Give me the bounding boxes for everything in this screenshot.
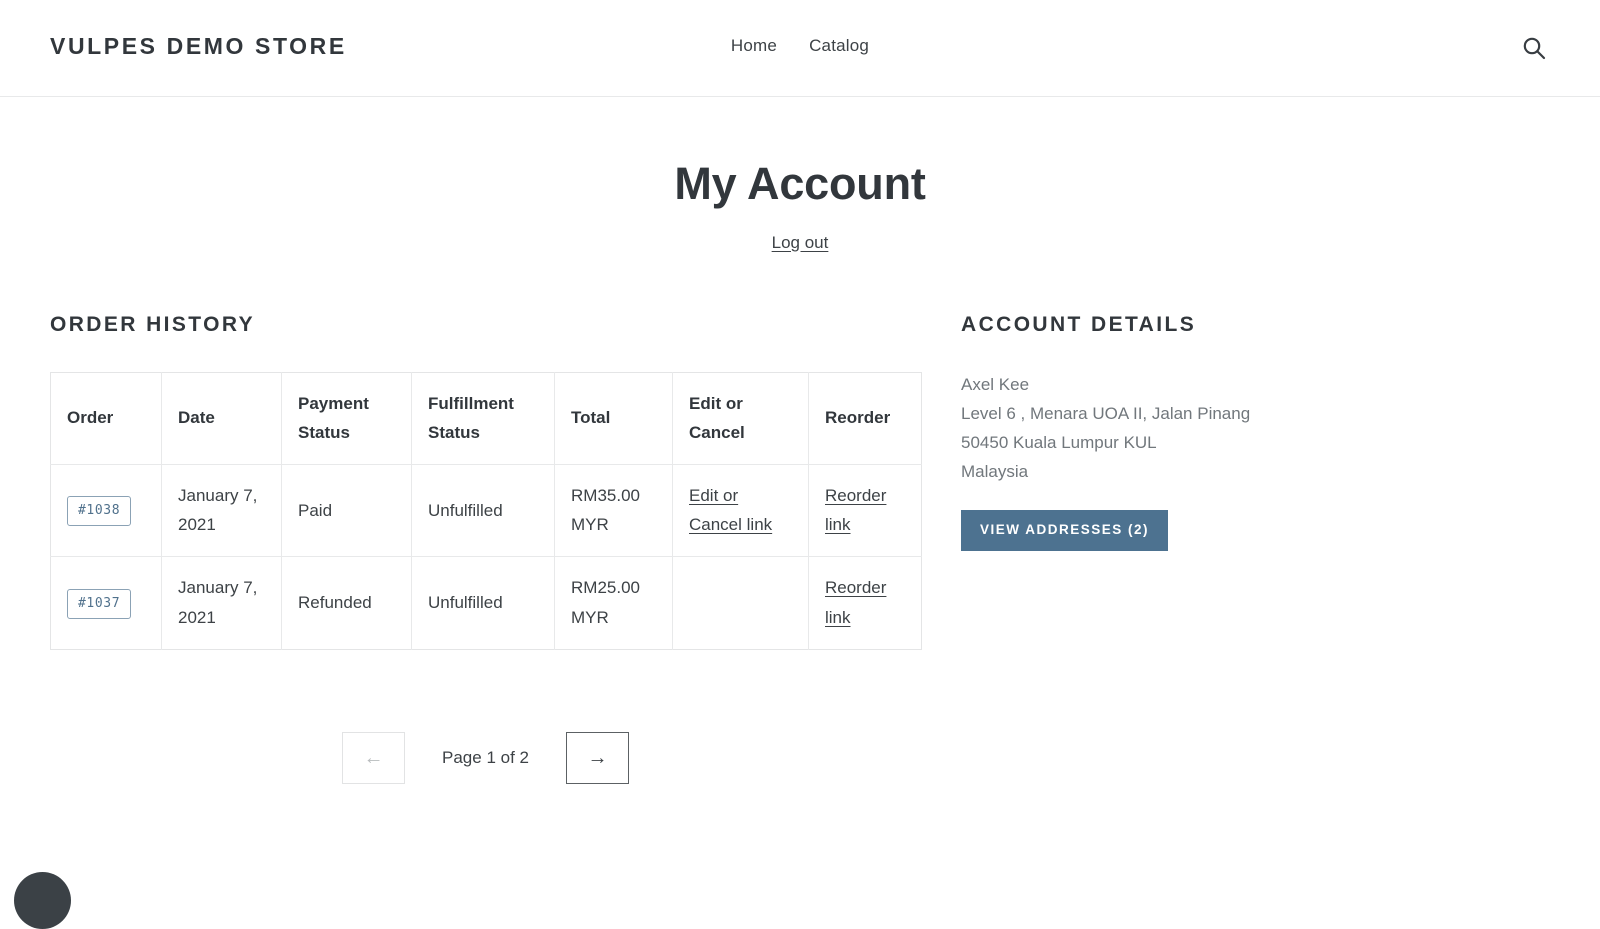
account-details-title: Account details xyxy=(961,313,1550,337)
chat-widget-bubble[interactable] xyxy=(14,872,71,929)
column-header-order: Order xyxy=(51,372,162,464)
order-total-cell: RM25.00 MYR xyxy=(555,557,673,649)
order-history-table: Order Date Payment Status Fulfillment St… xyxy=(50,372,922,650)
order-history-section: Order history Order Date Payment Status … xyxy=(50,313,925,784)
column-header-payment-status: Payment Status xyxy=(282,372,412,464)
table-body: #1038 January 7, 2021 Paid Unfulfilled R… xyxy=(51,464,922,649)
search-button[interactable] xyxy=(1516,30,1552,66)
account-address-line-2: 50450 Kuala Lumpur KUL xyxy=(961,428,1550,457)
pagination: ← Page 1 of 2 → xyxy=(50,732,921,784)
account-content: Order history Order Date Payment Status … xyxy=(0,313,1600,784)
column-header-reorder: Reorder xyxy=(809,372,922,464)
reorder-link[interactable]: Reorder link xyxy=(825,486,886,534)
order-date-cell: January 7, 2021 xyxy=(162,557,282,649)
order-number-cell: #1037 xyxy=(51,557,162,649)
order-number-cell: #1038 xyxy=(51,464,162,556)
account-details-section: Account details Axel Kee Level 6 , Menar… xyxy=(961,313,1550,551)
column-header-fulfillment-status: Fulfillment Status xyxy=(412,372,555,464)
main-navigation: Home Catalog xyxy=(0,36,1600,56)
reorder-link[interactable]: Reorder link xyxy=(825,578,886,626)
account-address-line-1: Level 6 , Menara UOA II, Jalan Pinang xyxy=(961,399,1550,428)
edit-or-cancel-cell xyxy=(673,557,809,649)
column-header-total: Total xyxy=(555,372,673,464)
table-head: Order Date Payment Status Fulfillment St… xyxy=(51,372,922,464)
edit-or-cancel-link[interactable]: Edit or Cancel link xyxy=(689,486,772,534)
logout-wrapper: Log out xyxy=(0,233,1600,253)
order-total-cell: RM35.00 MYR xyxy=(555,464,673,556)
reorder-cell: Reorder link xyxy=(809,557,922,649)
site-header: Vulpes Demo Store Home Catalog xyxy=(0,0,1600,97)
account-address: Axel Kee Level 6 , Menara UOA II, Jalan … xyxy=(961,370,1550,487)
account-country: Malaysia xyxy=(961,457,1550,486)
arrow-left-icon: ← xyxy=(364,748,384,768)
column-header-edit-or-cancel: Edit or Cancel xyxy=(673,372,809,464)
fulfillment-status-cell: Unfulfilled xyxy=(412,557,555,649)
payment-status-cell: Paid xyxy=(282,464,412,556)
edit-or-cancel-cell: Edit or Cancel link xyxy=(673,464,809,556)
table-header-row: Order Date Payment Status Fulfillment St… xyxy=(51,372,922,464)
pagination-next-button[interactable]: → xyxy=(566,732,629,784)
account-name: Axel Kee xyxy=(961,370,1550,399)
table-row: #1037 January 7, 2021 Refunded Unfulfill… xyxy=(51,557,922,649)
logout-link[interactable]: Log out xyxy=(772,233,829,252)
order-date-cell: January 7, 2021 xyxy=(162,464,282,556)
table-row: #1038 January 7, 2021 Paid Unfulfilled R… xyxy=(51,464,922,556)
arrow-right-icon: → xyxy=(587,748,607,768)
page-head: My Account Log out xyxy=(0,97,1600,253)
order-number-link[interactable]: #1038 xyxy=(67,496,131,526)
view-addresses-button[interactable]: View addresses (2) xyxy=(961,510,1168,551)
order-history-title: Order history xyxy=(50,313,925,337)
payment-status-cell: Refunded xyxy=(282,557,412,649)
pagination-previous-button[interactable]: ← xyxy=(342,732,405,784)
pagination-page-count: Page 1 of 2 xyxy=(442,748,529,768)
fulfillment-status-cell: Unfulfilled xyxy=(412,464,555,556)
order-number-link[interactable]: #1037 xyxy=(67,589,131,619)
nav-item-home[interactable]: Home xyxy=(731,36,777,56)
page-title: My Account xyxy=(0,159,1600,209)
nav-item-catalog[interactable]: Catalog xyxy=(809,36,869,56)
search-icon xyxy=(1521,35,1547,61)
column-header-date: Date xyxy=(162,372,282,464)
reorder-cell: Reorder link xyxy=(809,464,922,556)
